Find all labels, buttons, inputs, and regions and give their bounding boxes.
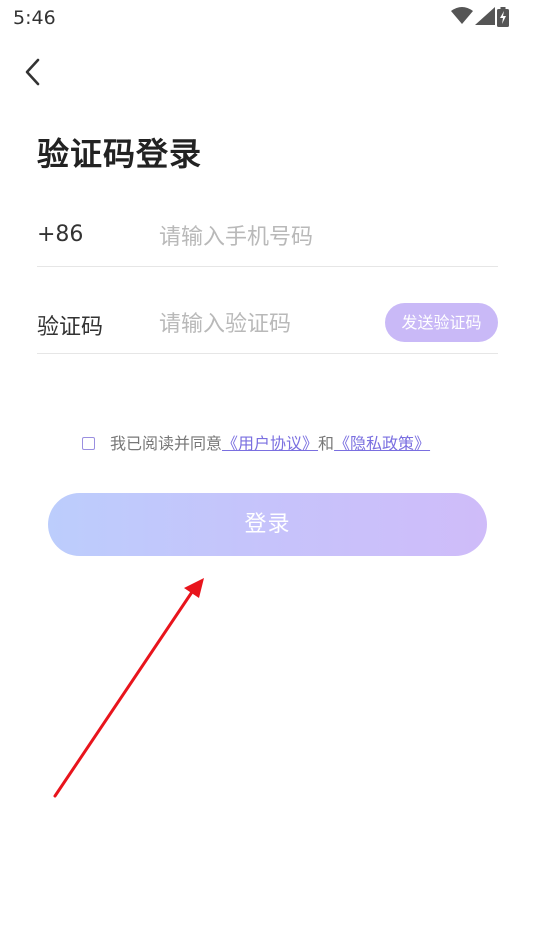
agree-checkbox[interactable] bbox=[82, 437, 95, 450]
phone-input[interactable] bbox=[157, 218, 491, 256]
code-input[interactable] bbox=[157, 305, 381, 343]
agreement-joiner: 和 bbox=[318, 434, 335, 453]
status-time: 5:46 bbox=[13, 7, 56, 29]
code-label: 验证码 bbox=[37, 315, 104, 340]
privacy-policy-link[interactable]: 《隐私政策》 bbox=[334, 434, 430, 453]
phone-row: +86 bbox=[37, 206, 498, 267]
wifi-icon bbox=[451, 7, 473, 24]
send-code-button[interactable]: 发送验证码 bbox=[385, 303, 498, 342]
status-bar: 5:46 bbox=[0, 0, 535, 36]
agreement-row: 我已阅读并同意《用户协议》和《隐私政策》 bbox=[82, 430, 430, 454]
signal-icon bbox=[475, 7, 495, 25]
back-button[interactable] bbox=[18, 56, 50, 88]
code-row: 验证码 发送验证码 bbox=[37, 293, 498, 354]
user-agreement-link[interactable]: 《用户协议》 bbox=[222, 434, 318, 453]
country-code: +86 bbox=[37, 222, 84, 247]
battery-charging-icon bbox=[497, 7, 509, 27]
agreement-prefix: 我已阅读并同意 bbox=[110, 434, 223, 453]
page-title: 验证码登录 bbox=[37, 135, 203, 173]
chevron-left-icon bbox=[25, 58, 40, 86]
login-button[interactable]: 登录 bbox=[48, 493, 487, 556]
